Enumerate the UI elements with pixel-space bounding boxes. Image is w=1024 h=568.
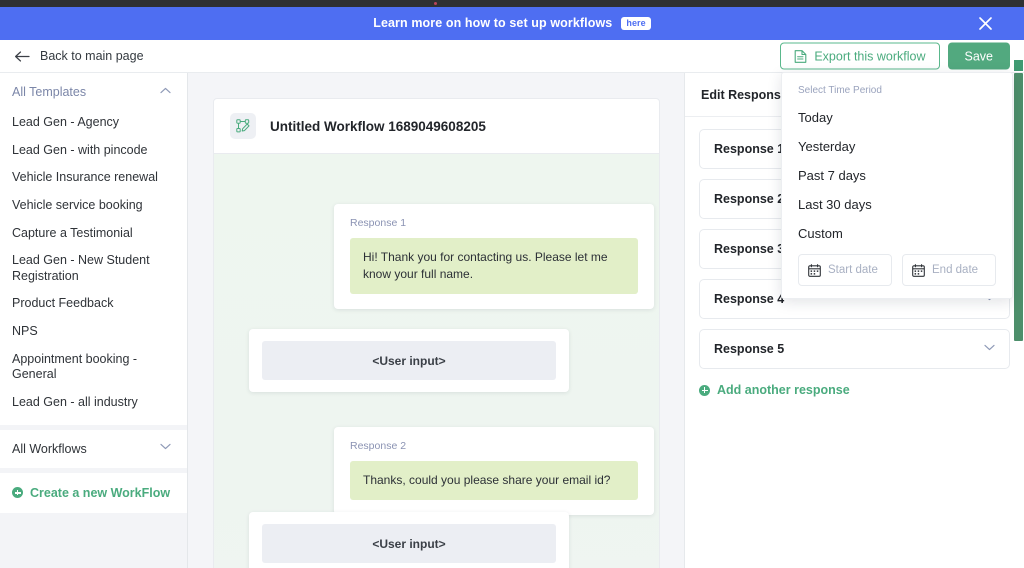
all-templates-label: All Templates: [12, 85, 87, 99]
app-root: Learn more on how to set up workflows her…: [0, 0, 1024, 568]
sidebar-item-template[interactable]: Lead Gen - Agency: [0, 109, 187, 137]
end-date-input[interactable]: End date: [902, 254, 996, 286]
sidebar-item-template[interactable]: NPS: [0, 318, 187, 346]
response-label: Response 1: [714, 142, 785, 156]
node-message-text: Thanks, could you please share your emai…: [350, 461, 638, 500]
time-period-dropdown: Select Time Period Today Yesterday Past …: [781, 72, 1013, 299]
dropdown-option-today[interactable]: Today: [782, 103, 1012, 132]
end-date-placeholder: End date: [932, 264, 979, 276]
back-label: Back to main page: [40, 49, 144, 63]
sidebar-item-template[interactable]: Capture a Testimonial: [0, 220, 187, 248]
dropdown-title: Select Time Period: [798, 85, 882, 96]
add-response-label: Add another response: [717, 383, 850, 397]
workflow-canvas: Untitled Workflow 1689049608205 Response…: [188, 73, 684, 568]
user-input-placeholder: <User input>: [262, 524, 556, 563]
workflow-node-response[interactable]: Response 1 Hi! Thank you for contacting …: [334, 204, 654, 309]
export-workflow-button[interactable]: Export this workflow: [780, 42, 940, 70]
sidebar-section-all-templates[interactable]: All Templates: [0, 73, 187, 109]
response-row[interactable]: Response 5: [699, 329, 1010, 369]
sidebar-empty-area: [0, 512, 187, 568]
plus-circle-icon: [12, 487, 23, 498]
dropdown-option-last-30-days[interactable]: Last 30 days: [782, 190, 1012, 219]
chevron-up-icon: [160, 87, 171, 98]
create-workflow-label: Create a new WorkFlow: [30, 485, 171, 500]
workflow-node-user-input[interactable]: <User input>: [249, 512, 569, 568]
response-label: Response 2: [714, 192, 785, 206]
sidebar-item-template[interactable]: Product Feedback: [0, 290, 187, 318]
os-top-strip: [0, 0, 1024, 7]
workflow-icon: [230, 113, 256, 139]
workflow-title: Untitled Workflow 1689049608205: [270, 118, 486, 134]
workflow-node-user-input[interactable]: <User input>: [249, 329, 569, 392]
template-list: Lead Gen - Agency Lead Gen - with pincod…: [0, 109, 187, 425]
dropdown-option-past-7-days[interactable]: Past 7 days: [782, 161, 1012, 190]
sidebar-item-template[interactable]: Vehicle Insurance renewal: [0, 164, 187, 192]
sidebar-item-template[interactable]: Lead Gen - with pincode: [0, 137, 187, 165]
announcement-banner: Learn more on how to set up workflows her…: [0, 7, 1024, 40]
scrollbar-thumb[interactable]: [1014, 73, 1023, 341]
workflow-header: Untitled Workflow 1689049608205: [213, 98, 660, 154]
left-sidebar: All Templates Lead Gen - Agency Lead Gen…: [0, 73, 188, 568]
custom-date-range: Start date End date: [782, 248, 1012, 286]
sidebar-item-template[interactable]: Appointment booking - General: [0, 346, 187, 389]
close-icon[interactable]: [974, 13, 996, 35]
start-date-input[interactable]: Start date: [798, 254, 892, 286]
dropdown-option-custom[interactable]: Custom: [782, 219, 1012, 248]
sidebar-item-template[interactable]: Vehicle service booking: [0, 192, 187, 220]
arrow-left-icon: [14, 48, 30, 64]
response-label: Response 5: [714, 342, 785, 356]
add-another-response-button[interactable]: Add another response: [699, 379, 1010, 397]
back-to-main-page-button[interactable]: Back to main page: [14, 48, 144, 64]
banner-message: Learn more on how to set up workflows her…: [373, 16, 651, 31]
plus-circle-icon: [699, 384, 710, 396]
workflow-node-response[interactable]: Response 2 Thanks, could you please shar…: [334, 427, 654, 515]
top-toolbar: Back to main page Export this workflow S…: [0, 40, 1024, 73]
workflow-body: Response 1 Hi! Thank you for contacting …: [213, 154, 660, 568]
calendar-icon: [912, 263, 925, 277]
create-new-workflow-button[interactable]: Create a new WorkFlow: [0, 472, 187, 513]
chevron-down-icon: [984, 344, 995, 355]
document-icon: [794, 49, 807, 63]
start-date-placeholder: Start date: [828, 264, 878, 276]
banner-message-text: Learn more on how to set up workflows: [373, 16, 613, 30]
node-caption: Response 1: [350, 217, 407, 229]
chevron-down-icon: [160, 443, 171, 454]
scrollbar-top-cap: [1014, 60, 1023, 71]
toolbar-actions: Export this workflow Save: [780, 42, 1010, 70]
node-message-text: Hi! Thank you for contacting us. Please …: [350, 238, 638, 294]
export-label: Export this workflow: [814, 49, 926, 63]
calendar-icon: [808, 263, 821, 277]
save-label: Save: [964, 49, 994, 63]
os-strip-dot: [434, 2, 437, 5]
sidebar-item-template[interactable]: Lead Gen - all industry: [0, 389, 187, 417]
dropdown-option-yesterday[interactable]: Yesterday: [782, 132, 1012, 161]
page-scrollbar[interactable]: [1013, 60, 1024, 568]
sidebar-section-all-workflows[interactable]: All Workflows: [0, 429, 187, 468]
all-workflows-label: All Workflows: [12, 441, 87, 456]
workflow-container: Untitled Workflow 1689049608205 Response…: [213, 98, 660, 568]
response-label: Response 4: [714, 292, 785, 306]
response-label: Response 3: [714, 242, 785, 256]
save-button[interactable]: Save: [947, 42, 1010, 70]
banner-here-link[interactable]: here: [621, 17, 651, 30]
panel-title: Edit Response: [701, 87, 788, 102]
sidebar-item-template[interactable]: Lead Gen - New Student Registration: [0, 247, 187, 290]
user-input-placeholder: <User input>: [262, 341, 556, 380]
node-caption: Response 2: [350, 440, 407, 452]
